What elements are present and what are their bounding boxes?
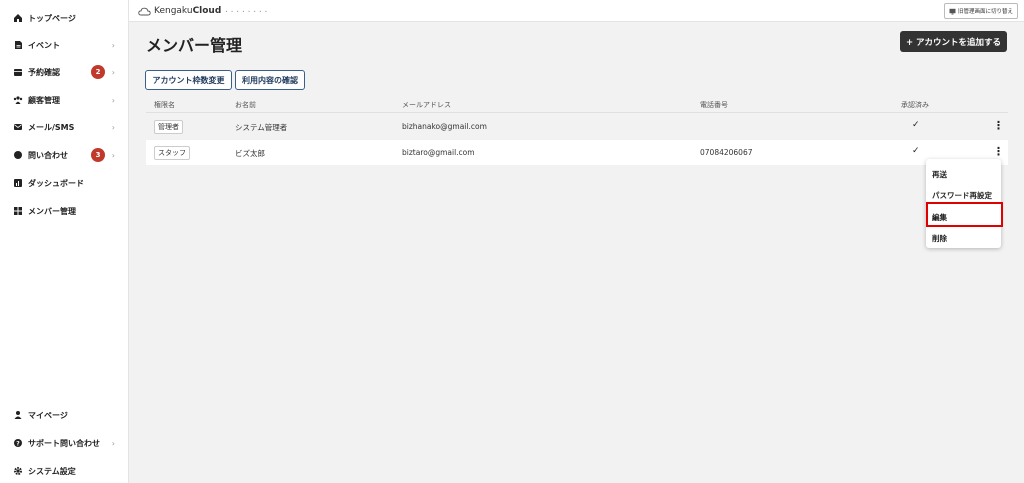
sidebar-item-label: サポート問い合わせ (28, 438, 100, 448)
menu-item-reset-password[interactable]: パスワード再設定 (932, 190, 992, 201)
column-header-phone: 電話番号 (700, 101, 728, 109)
page-title: メンバー管理 (146, 36, 243, 55)
sidebar-item-label: トップページ (28, 13, 76, 23)
sidebar-item-label: 予約確認 (28, 67, 60, 77)
menu-item-resend[interactable]: 再送 (932, 169, 947, 180)
logo-text-prefix: Kengaku (154, 6, 193, 16)
switch-old-admin-button[interactable]: 旧管理画面に切り替え (943, 3, 1018, 19)
role-tag: 管理者 (154, 120, 183, 134)
member-phone: 07084206067 (700, 148, 753, 157)
table-row: 管理者 システム管理者 bizhanako@gmail.com ✓ ⋮ (146, 114, 1008, 139)
gear-icon (13, 466, 23, 476)
sidebar-item-dashboard[interactable]: ダッシュボード (13, 173, 125, 193)
column-header-approved: 承認済み (901, 101, 929, 109)
chevron-right-icon: › (111, 122, 115, 132)
svg-text:?: ? (16, 440, 20, 447)
sidebar-item-mypage[interactable]: マイページ (13, 405, 125, 425)
calendar-icon (13, 67, 23, 77)
sidebar-item-label: イベント (28, 40, 60, 50)
approved-check-icon: ✓ (912, 120, 920, 130)
sidebar-item-label: 顧客管理 (28, 95, 60, 105)
account-limit-button[interactable]: アカウント枠数変更 (145, 70, 232, 90)
grid-icon (13, 206, 23, 216)
table-row: スタッフ ビズ太郎 biztaro@gmail.com 07084206067 … (146, 140, 1008, 165)
sidebar-item-support[interactable]: ? サポート問い合わせ › (13, 433, 125, 453)
menu-item-delete[interactable]: 削除 (932, 233, 947, 244)
chevron-right-icon: › (111, 95, 115, 105)
chart-icon (13, 178, 23, 188)
usage-button[interactable]: 利用内容の確認 (235, 70, 305, 90)
sidebar-item-label: 問い合わせ (28, 150, 68, 160)
row-menu-kebab-icon[interactable]: ⋮ (993, 119, 1004, 132)
member-email: biztaro@gmail.com (402, 148, 475, 157)
chevron-right-icon: › (111, 67, 115, 77)
sidebar-item-label: マイページ (28, 410, 68, 420)
mail-icon (13, 122, 23, 132)
logo-text-bold: Cloud (192, 6, 222, 16)
chat-icon (13, 150, 23, 160)
sidebar-item-event[interactable]: イベント › (13, 35, 125, 55)
app-logo[interactable]: Kengaku Cloud • • • • • • • • (138, 5, 268, 17)
sidebar-item-customers[interactable]: 顧客管理 › (13, 90, 125, 110)
notification-badge: 3 (91, 148, 105, 162)
top-bar: Kengaku Cloud • • • • • • • • 旧管理画面に切り替え (129, 0, 1024, 22)
member-email: bizhanako@gmail.com (402, 122, 487, 131)
logo-subtext-decoration: • • • • • • • • (225, 8, 269, 14)
sidebar-item-label: メンバー管理 (28, 206, 76, 216)
sidebar-item-top[interactable]: トップページ (13, 8, 125, 28)
person-icon (13, 410, 23, 420)
sidebar-item-members[interactable]: メンバー管理 (13, 201, 125, 221)
sidebar-item-label: ダッシュボード (28, 178, 84, 188)
member-name: ビズ太郎 (235, 149, 265, 158)
sidebar-item-inquiry[interactable]: 問い合わせ 3 › (13, 145, 125, 165)
row-menu-kebab-icon[interactable]: ⋮ (993, 145, 1004, 158)
chevron-right-icon: › (111, 150, 115, 160)
sidebar-item-label: メール/SMS (28, 122, 75, 132)
column-header-email: メールアドレス (402, 101, 451, 109)
member-name: システム管理者 (235, 123, 288, 132)
approved-check-icon: ✓ (912, 146, 920, 156)
sidebar-item-mail[interactable]: メール/SMS › (13, 117, 125, 137)
home-icon (13, 13, 23, 23)
users-icon (13, 95, 23, 105)
role-tag: スタッフ (154, 146, 190, 160)
sidebar-item-label: システム設定 (28, 466, 76, 476)
edit-highlight-box (926, 202, 1003, 227)
sidebar-item-settings[interactable]: システム設定 (13, 461, 125, 481)
add-account-button[interactable]: + アカウントを追加する (900, 31, 1007, 52)
screen-icon (949, 8, 956, 14)
sidebar-item-reservation[interactable]: 予約確認 2 › (13, 62, 125, 82)
chevron-right-icon: › (111, 40, 115, 50)
column-header-role: 権限名 (154, 101, 175, 109)
sidebar: トップページ イベント › 予約確認 2 › 顧客管理 › メール/SMS › … (0, 0, 129, 483)
document-icon (13, 40, 23, 50)
logo-cloud-icon (138, 7, 151, 15)
column-header-name: お名前 (235, 101, 256, 109)
table-header: 権限名 お名前 メールアドレス 電話番号 承認済み (146, 97, 1008, 113)
question-icon: ? (13, 438, 23, 448)
notification-badge: 2 (91, 65, 105, 79)
chevron-right-icon: › (111, 438, 115, 448)
switch-old-admin-label: 旧管理画面に切り替え (957, 9, 1013, 15)
